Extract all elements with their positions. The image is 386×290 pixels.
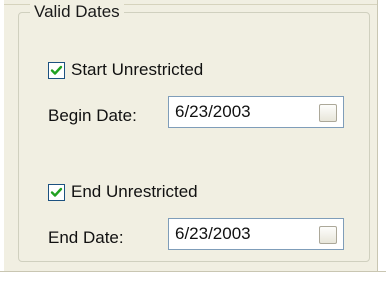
start-unrestricted-checkbox[interactable]: Start Unrestricted bbox=[48, 60, 203, 80]
begin-date-value: 6/23/2003 bbox=[175, 102, 251, 121]
end-unrestricted-label: End Unrestricted bbox=[71, 182, 198, 201]
begin-date-label: Begin Date: bbox=[48, 106, 137, 125]
end-date-picker-button[interactable] bbox=[319, 226, 337, 244]
end-checkbox-box[interactable] bbox=[48, 183, 65, 201]
frame-bottom-edge bbox=[0, 271, 386, 290]
end-date-label: End Date: bbox=[48, 228, 124, 247]
check-mark-icon bbox=[50, 65, 63, 75]
begin-date-picker-button[interactable] bbox=[319, 104, 337, 122]
begin-date-field[interactable]: 6/23/2003 bbox=[168, 96, 344, 128]
check-mark-icon bbox=[50, 187, 63, 197]
frame-right-edge bbox=[377, 0, 386, 290]
groupbox-title: Valid Dates bbox=[30, 2, 124, 22]
frame-left-edge bbox=[0, 0, 4, 290]
end-date-field[interactable]: 6/23/2003 bbox=[168, 218, 344, 250]
end-unrestricted-checkbox[interactable]: End Unrestricted bbox=[48, 182, 198, 202]
valid-dates-panel: Valid Dates Start Unrestricted Begin Dat… bbox=[0, 0, 386, 290]
start-unrestricted-label: Start Unrestricted bbox=[71, 60, 204, 79]
end-date-value: 6/23/2003 bbox=[175, 224, 251, 243]
start-checkbox-box[interactable] bbox=[48, 61, 65, 79]
